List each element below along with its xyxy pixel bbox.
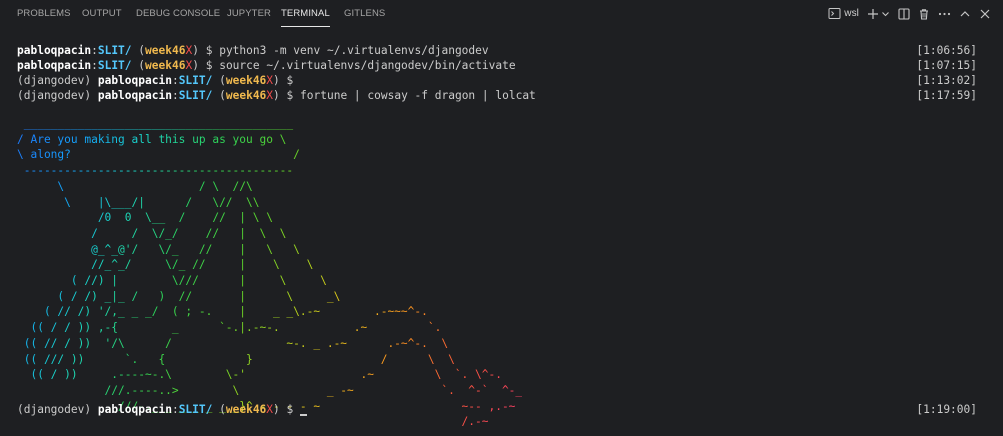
venv-label: (djangodev) <box>17 89 92 102</box>
close-panel-button[interactable] <box>979 8 991 20</box>
tab-gitlens[interactable]: GITLENS <box>344 0 385 27</box>
command-text: fortune | cowsay -f dragon | lolcat <box>300 89 536 102</box>
tab-terminal[interactable]: TERMINAL <box>281 0 330 27</box>
terminal-line: (djangodev) pabloqpacin:SLIT/ (week46X) … <box>17 74 977 87</box>
panel-tab-bar: PROBLEMS OUTPUT DEBUG CONSOLE JUPYTER TE… <box>0 0 1003 28</box>
kill-terminal-button[interactable] <box>918 8 930 20</box>
more-actions-button[interactable] <box>938 8 951 20</box>
prompt-branch: week46 <box>225 403 267 416</box>
prompt-user: pabloqpacin <box>97 403 172 416</box>
split-icon <box>898 7 910 20</box>
terminal-line-current: (djangodev) pabloqpacin:SLIT/ (week46X) … <box>17 403 977 416</box>
command-text: source ~/.virtualenvs/djangodev/bin/acti… <box>219 59 516 72</box>
chevron-down-icon[interactable] <box>881 8 890 20</box>
timestamp: [1:19:00] <box>916 403 977 416</box>
tab-problems[interactable]: PROBLEMS <box>17 0 71 27</box>
timestamp: [1:17:59] <box>916 89 977 102</box>
plus-icon <box>868 8 878 19</box>
prompt-branch: week46 <box>225 89 267 102</box>
ellipsis-icon <box>938 12 951 15</box>
cowsay-dragon-output: ________________________________________… <box>17 117 523 429</box>
timestamp: [1:06:56] <box>916 44 977 57</box>
prompt-user: pabloqpacin <box>17 44 92 57</box>
venv-label: (djangodev) <box>17 403 92 416</box>
timestamp: [1:07:15] <box>916 59 977 72</box>
venv-label: (djangodev) <box>17 74 92 87</box>
command-text: python3 -m venv ~/.virtualenvs/djangodev <box>219 44 489 57</box>
prompt-dir: SLIT/ <box>178 74 213 87</box>
terminal-cursor <box>300 414 308 416</box>
tab-output[interactable]: OUTPUT <box>82 0 122 27</box>
trash-icon <box>920 8 928 20</box>
shell-selector[interactable]: wsl <box>828 7 859 20</box>
prompt-branch: week46 <box>145 44 186 57</box>
prompt-user: pabloqpacin <box>97 74 172 87</box>
prompt-user: pabloqpacin <box>17 59 92 72</box>
prompt-dir: SLIT/ <box>178 403 213 416</box>
timestamp: [1:13:02] <box>916 74 977 87</box>
prompt-dir: SLIT/ <box>97 44 132 57</box>
chevron-up-icon <box>960 10 970 16</box>
prompt-user: pabloqpacin <box>97 89 172 102</box>
new-terminal-button[interactable] <box>867 8 890 20</box>
terminal-line: pabloqpacin:SLIT/ (week46X) $ python3 -m… <box>17 44 977 57</box>
prompt-branch: week46 <box>225 74 267 87</box>
close-icon <box>980 9 990 18</box>
maximize-panel-button[interactable] <box>959 8 971 20</box>
prompt-branch: week46 <box>145 59 186 72</box>
terminal-icon <box>828 8 841 19</box>
prompt-dir: SLIT/ <box>97 59 132 72</box>
prompt-dir: SLIT/ <box>178 89 213 102</box>
terminal-actions: wsl <box>828 0 991 27</box>
terminal-view[interactable]: pabloqpacin:SLIT/ (week46X) $ python3 -m… <box>0 28 1003 436</box>
tab-jupyter[interactable]: JUPYTER <box>227 0 271 27</box>
split-terminal-button[interactable] <box>898 7 910 20</box>
terminal-line: (djangodev) pabloqpacin:SLIT/ (week46X) … <box>17 89 977 102</box>
tab-debug-console[interactable]: DEBUG CONSOLE <box>136 0 220 27</box>
shell-name: wsl <box>844 8 859 19</box>
terminal-line: pabloqpacin:SLIT/ (week46X) $ source ~/.… <box>17 59 977 72</box>
